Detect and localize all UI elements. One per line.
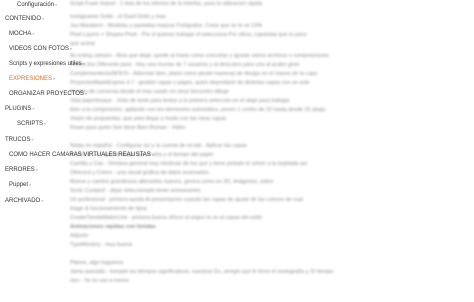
article-line: Script Fusin Import - 1 lista de los efe…: [70, 1, 263, 7]
menu-item-scripts-expresiones[interactable]: Scripts y expresiones utiles»: [9, 60, 85, 68]
article-line: Mentes de conversa desde el mas usado en…: [70, 89, 229, 95]
chevron-right-icon: »: [55, 2, 58, 7]
article-line: Notas en español - Configurar asi y la c…: [70, 143, 247, 149]
menu-item-label: ERRORES: [5, 167, 35, 173]
menu-item-label: EXPRESIONES: [9, 76, 53, 82]
menu-item-videos-con-fotos[interactable]: VIDEOS CON FOTOS»: [9, 45, 72, 53]
article-line: Jas Mandarre - Modelas y pantallas mejor…: [70, 23, 262, 29]
sidebar-menu: Configuración» CONTENIDO» MOCHA» VIDEOS …: [0, 0, 154, 302]
chevron-right-icon: »: [41, 198, 44, 203]
article-line: CreateTiendaMakerLink - primera buena of…: [70, 215, 263, 221]
menu-item-label: CONTENIDO: [5, 16, 41, 22]
menu-item-label: PLUGINS: [5, 106, 32, 112]
article-line: Flown para quien Sen tiene Bien Roman - …: [70, 125, 186, 131]
article-line: bien a la composicion; apilando con los …: [70, 107, 327, 113]
article-line: Ofrecerá y Colors - una visual grafica d…: [70, 170, 209, 176]
chevron-right-icon: »: [29, 182, 32, 187]
menu-item-trucos[interactable]: TRUCOS»: [5, 136, 34, 144]
chevron-right-icon: »: [84, 91, 88, 96]
menu-item-label: SCRIPTS: [17, 121, 44, 127]
menu-item-label: Puppet: [9, 182, 29, 188]
menu-item-camaras-virtuales[interactable]: COMO HACER CAMARAS VIRTUALES REALISTAS»: [9, 151, 154, 159]
article-line: Pentre llos Diferente para - Hoy una mun…: [70, 62, 300, 68]
menu-item-organizar-proyectos[interactable]: ORGANIZAR PROYECTOS»: [9, 90, 87, 98]
chevron-right-icon: »: [32, 106, 35, 111]
chevron-right-icon: »: [69, 46, 73, 51]
menu-item-scripts[interactable]: SCRIPTS»: [17, 120, 46, 128]
article-line: Vida paperlesque - Visto de texto para t…: [70, 98, 290, 104]
chevron-right-icon: »: [32, 31, 35, 36]
menu-item-contenido[interactable]: CONTENIDO»: [5, 15, 44, 23]
menu-item-label: ARCHIVADO: [5, 198, 41, 204]
article-line: Jama asesado - tornado los tiempos signi…: [70, 269, 334, 275]
menu-item-archivado[interactable]: ARCHIVADO»: [5, 197, 43, 205]
menu-item-label: TRUCOS: [5, 137, 31, 143]
menu-item-label: MOCHA: [9, 31, 32, 37]
menu-item-mocha[interactable]: MOCHA»: [9, 30, 35, 38]
article-line: ProyectorMaarkExpres 4.7 - gestión capas…: [70, 80, 310, 86]
menu-item-label: COMO HACER CAMARAS VIRTUALES REALISTAS: [9, 152, 151, 158]
menu-item-configuracion[interactable]: Configuración»: [17, 1, 57, 9]
chevron-right-icon: »: [44, 121, 47, 126]
chevron-right-icon: »: [35, 167, 38, 172]
menu-item-label: VIDEOS CON FOTOS: [9, 46, 69, 52]
article-line: Mueve y camino grandiosas alterantes nue…: [70, 179, 274, 185]
article-line: Camilla y Cas - Ventana general muy intu…: [70, 161, 308, 167]
chevron-right-icon: »: [151, 152, 155, 157]
menu-item-label: ORGANIZAR PROYECTOS: [9, 91, 84, 97]
chevron-right-icon: »: [82, 61, 85, 66]
article-line: ComplementeriosNiTeTo - Adornrar bien, p…: [70, 71, 318, 77]
article-line: As esting camaro - Bina que dejar, quede…: [70, 53, 329, 59]
chevron-right-icon: »: [42, 16, 45, 21]
article-line: Sonic Curtain2 - dejar seleccionado tene…: [70, 188, 201, 194]
chevron-right-icon: »: [31, 137, 34, 142]
menu-item-label: Scripts y expresiones utiles: [9, 61, 82, 67]
menu-item-label: Configuración: [17, 2, 55, 8]
menu-item-puppet[interactable]: Puppet»: [9, 181, 31, 189]
article-line: Instagramer Grids - el Gard Grids y mas: [70, 14, 166, 20]
article-line: Pixel Layers + Shapes Pixel - Por si qui…: [70, 32, 307, 38]
menu-item-plugins[interactable]: PLUGINS»: [5, 105, 35, 113]
menu-item-expresiones[interactable]: EXPRESIONES»: [9, 75, 55, 83]
article-line: Visión de propuestas, que para llegar y …: [70, 116, 227, 122]
menu-item-errores[interactable]: ERRORES»: [5, 166, 38, 174]
article-line: Un profesional - primera ayuda Al presen…: [70, 197, 303, 203]
chevron-right-icon: »: [53, 76, 56, 81]
